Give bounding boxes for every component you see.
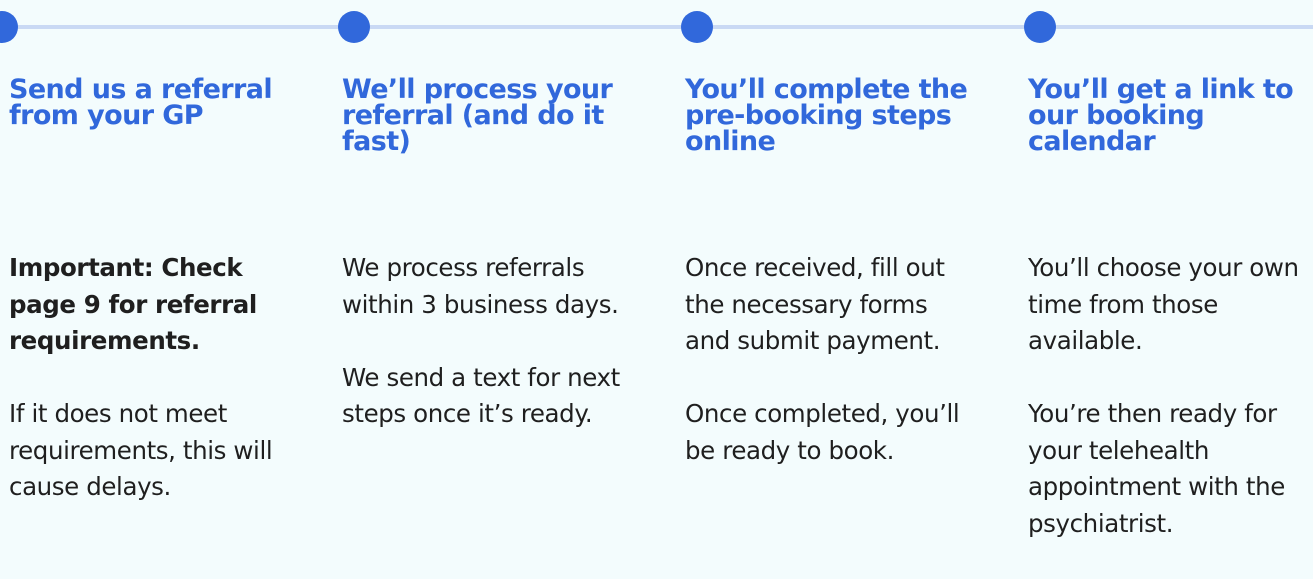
step-2-marker bbox=[338, 11, 370, 43]
step-1-heading: Send us a referral from your GP bbox=[9, 74, 273, 131]
step-3-heading: You’ll complete the pre-booking steps on… bbox=[685, 74, 968, 157]
step-1-marker bbox=[0, 11, 18, 43]
step-3-paragraph-1: Once received, fill out the necessary fo… bbox=[685, 253, 945, 355]
timeline-line bbox=[0, 25, 1313, 29]
step-4-marker bbox=[1024, 11, 1056, 43]
step-3-body: Once received, fill out the necessary fo… bbox=[685, 250, 975, 506]
step-1-paragraph: If it does not meet requirements, this w… bbox=[9, 399, 273, 501]
step-2-body: We process referrals within 3 business d… bbox=[342, 250, 632, 469]
step-4-heading: You’ll get a link to our booking calenda… bbox=[1028, 74, 1294, 157]
step-3-marker bbox=[681, 11, 713, 43]
step-2-heading: We’ll process your referral (and do it f… bbox=[342, 74, 613, 157]
step-4-body: You’ll choose your own time from those a… bbox=[1028, 250, 1308, 579]
step-4-paragraph-2: You’re then ready for your telehealth ap… bbox=[1028, 399, 1285, 538]
step-1-body: Important: Check page 9 for referral req… bbox=[9, 250, 299, 542]
step-4-paragraph-1: You’ll choose your own time from those a… bbox=[1028, 253, 1299, 355]
step-2-paragraph-2: We send a text for next steps once it’s … bbox=[342, 362, 620, 429]
step-2-paragraph-1: We process referrals within 3 business d… bbox=[342, 253, 619, 319]
step-1-important-note: Important: Check page 9 for referral req… bbox=[9, 253, 257, 355]
step-3-paragraph-2: Once completed, you’ll be ready to book. bbox=[685, 399, 960, 465]
